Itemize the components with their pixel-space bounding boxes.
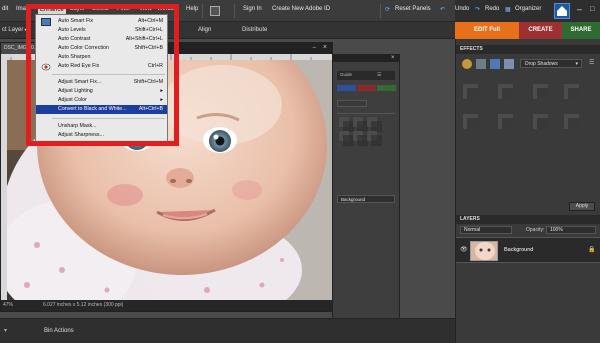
opacity-field[interactable]: 100% <box>546 226 596 234</box>
divider <box>234 4 235 18</box>
tab-create-label: CREATE <box>528 27 553 33</box>
filters-icon[interactable] <box>462 59 472 69</box>
effect-thumbnail[interactable] <box>533 114 548 129</box>
reset-panels-icon[interactable]: ⟳ <box>385 6 390 13</box>
zoom-level[interactable]: 47% <box>3 300 13 311</box>
right-panel-bin: EFFECTS Drop Shadows ▾ ☰ Apply LAYERS No… <box>455 39 600 343</box>
divider <box>337 113 395 114</box>
divider <box>380 4 381 18</box>
undo-icon[interactable]: ↶ <box>440 6 445 13</box>
palette-thumb[interactable] <box>367 131 382 146</box>
layer-thumbnail <box>470 241 498 261</box>
blend-mode-label: Normal <box>464 227 481 233</box>
chevron-down-icon[interactable]: ▾ <box>4 327 7 334</box>
palette-thumb[interactable] <box>353 131 368 146</box>
effect-thumbnail[interactable] <box>498 84 513 99</box>
tab-edit-full[interactable]: EDIT Full <box>455 22 519 39</box>
opacity-label: Opacity: <box>526 227 545 233</box>
close-doc-icon[interactable]: × <box>323 44 327 51</box>
minimize-doc-icon[interactable]: – <box>313 45 316 51</box>
eye-icon[interactable]: 👁 <box>460 246 468 253</box>
palette-dropdown[interactable] <box>337 100 367 107</box>
reset-panels-button[interactable]: Reset Panels <box>395 6 431 12</box>
effect-thumbnail[interactable] <box>533 84 548 99</box>
menu-edit[interactable]: dit <box>2 6 8 12</box>
opacity-value: 100% <box>550 227 563 233</box>
palette-layer-label: Background <box>341 197 366 202</box>
palette-mode-blue[interactable] <box>337 85 356 91</box>
apply-button[interactable]: Apply <box>569 202 595 211</box>
sign-in-link[interactable]: Sign In <box>243 6 262 12</box>
layer-row-background[interactable]: 👁 Background 🔒 <box>456 237 600 263</box>
redo-icon[interactable]: ↷ <box>475 6 480 13</box>
highlight-frame <box>26 4 179 146</box>
layer-name: Background <box>504 247 534 253</box>
home-icon[interactable] <box>554 3 570 19</box>
photo-effects-icon[interactable] <box>490 59 500 69</box>
palette-thumb[interactable] <box>353 117 368 132</box>
styles-icon[interactable] <box>476 59 486 69</box>
tab-create[interactable]: CREATE <box>519 22 562 39</box>
palette-mode-red[interactable] <box>357 85 376 91</box>
lock-icon: 🔒 <box>588 247 596 253</box>
document-status-bar: 47% 6.027 inches x 5.12 inches (300 ppi) <box>1 300 332 311</box>
palette-tab-label[interactable]: Guide <box>340 72 352 77</box>
create-adobe-id-link[interactable]: Create New Adobe ID <box>272 6 330 12</box>
bin-actions-button[interactable]: Bin Actions <box>44 328 74 334</box>
effect-thumbnail[interactable] <box>564 114 579 129</box>
distribute-dropdown[interactable]: Distribute <box>242 27 267 33</box>
chevron-down-icon: ▾ <box>575 61 578 67</box>
tab-share[interactable]: SHARE <box>562 22 600 39</box>
organizer-button[interactable]: Organizer <box>515 6 541 12</box>
floating-palette: × Guide ☰ Background <box>332 54 400 322</box>
window-icon[interactable]: □ <box>590 6 594 13</box>
divider <box>202 4 203 18</box>
close-palette-icon[interactable]: × <box>391 55 395 61</box>
undo-button[interactable]: Undo <box>455 6 469 12</box>
menu-help[interactable]: Help <box>186 6 198 12</box>
palette-layer-row[interactable]: Background <box>337 195 395 203</box>
effect-thumbnail[interactable] <box>498 114 513 129</box>
effects-category-dropdown[interactable]: Drop Shadows ▾ <box>520 59 582 68</box>
panel-menu-icon[interactable]: ☰ <box>589 59 594 66</box>
auto-select-layer-label[interactable]: ct Layer <box>2 27 23 33</box>
header-right: Undo ↷ Redo ▦ Organizer – □ <box>455 0 600 22</box>
layers-panel-header[interactable]: LAYERS <box>456 215 600 224</box>
tab-share-label: SHARE <box>570 27 592 33</box>
organizer-icon[interactable]: ▦ <box>505 6 511 13</box>
document-info: 6.027 inches x 5.12 inches (300 ppi) <box>43 302 124 308</box>
palette-mode-green[interactable] <box>377 85 396 91</box>
palette-thumb[interactable] <box>339 117 354 132</box>
redo-button[interactable]: Redo <box>485 6 499 12</box>
minimize-icon[interactable]: – <box>577 4 582 14</box>
tab-edit-full-label: EDIT Full <box>474 27 500 33</box>
all-effects-icon[interactable] <box>504 59 514 69</box>
palette-thumb[interactable] <box>339 131 354 146</box>
blend-mode-dropdown[interactable]: Normal <box>460 226 512 234</box>
palette-thumb[interactable] <box>367 117 382 132</box>
effect-thumbnail[interactable] <box>564 84 579 99</box>
effect-thumbnail[interactable] <box>463 114 478 129</box>
effects-panel-header[interactable]: EFFECTS <box>456 45 600 54</box>
align-dropdown[interactable]: Align <box>198 27 211 33</box>
bottom-bar: ▾ Bin Actions <box>0 318 455 343</box>
effect-thumbnail[interactable] <box>463 84 478 99</box>
palette-titlebar <box>333 55 399 62</box>
menu-icon[interactable]: ☰ <box>377 72 381 78</box>
palette-tab-strip: Guide ☰ <box>337 71 395 80</box>
grid-icon[interactable] <box>210 6 220 16</box>
effects-category-label: Drop Shadows <box>525 61 558 67</box>
